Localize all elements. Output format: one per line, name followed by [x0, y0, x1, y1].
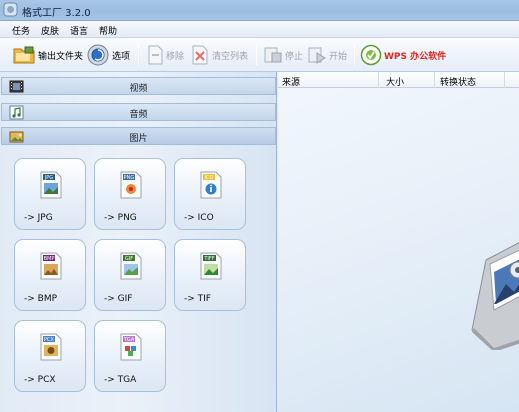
format-tile-gif[interactable]: GIF -> GIF	[94, 239, 166, 311]
menu-help[interactable]: 帮助	[99, 24, 117, 37]
column-divider[interactable]	[378, 72, 379, 88]
png-file-icon: PNG	[120, 171, 142, 199]
column-divider[interactable]	[504, 72, 505, 88]
start-label: 开始	[329, 51, 348, 62]
category-audio[interactable]: 音频	[1, 103, 276, 121]
format-label-pcx: -> PCX	[24, 375, 56, 385]
wps-logo-icon	[360, 44, 382, 66]
tga-badge-text: TGA	[123, 337, 135, 343]
pcx-badge-text: PCX	[44, 337, 55, 343]
format-label-ico: -> ICO	[184, 213, 214, 223]
menu-bar: 任务 皮肤 语言 帮助	[0, 21, 519, 38]
format-label-tif: -> TIF	[184, 294, 211, 304]
remove-label: 移除	[166, 51, 185, 62]
menu-language[interactable]: 语言	[70, 24, 88, 37]
toolbar: 输出文件夹 选项 移除 清空列表 停止 开始 WPS 办公软件	[0, 38, 519, 72]
clear-list-button[interactable]: 清空列表	[190, 42, 248, 68]
category-image[interactable]: 图片	[1, 127, 276, 145]
pcx-file-icon: PCX	[40, 333, 62, 361]
category-image-label: 图片	[129, 134, 148, 144]
tiff-file-icon: TIFF	[200, 252, 222, 280]
gif-file-icon: GIF	[120, 252, 142, 280]
remove-button[interactable]: 移除	[146, 42, 184, 68]
stop-icon	[264, 47, 282, 63]
app-icon	[3, 2, 18, 17]
clear-list-label: 清空列表	[212, 51, 249, 62]
toolbar-separator	[138, 45, 139, 65]
start-button[interactable]: 开始	[307, 42, 347, 68]
column-status[interactable]: 转换状态	[440, 75, 476, 88]
format-label-bmp: -> BMP	[24, 294, 58, 304]
output-folder-button[interactable]: 输出文件夹	[12, 42, 83, 68]
format-label-jpg: -> JPG	[24, 213, 53, 223]
output-folder-label: 输出文件夹	[38, 51, 84, 62]
clear-list-icon	[192, 45, 208, 65]
category-video-label: 视频	[129, 84, 148, 94]
format-tile-ico[interactable]: ICO -> ICO	[174, 158, 246, 230]
jpg-file-icon: JPG	[40, 171, 62, 199]
title-bar: 格式工厂 3.2.0	[0, 0, 519, 21]
format-tile-jpg[interactable]: JPG -> JPG	[14, 158, 86, 230]
remove-file-icon	[148, 45, 163, 65]
ico-badge-text: ICO	[205, 175, 214, 181]
category-panel: 视频 音频 图片 JPG -> JPG PNG -> PNG ICO -> IC…	[0, 72, 277, 412]
bmp-file-icon: BMP	[40, 252, 62, 280]
output-folder-icon	[13, 46, 35, 64]
format-label-tga: -> TGA	[104, 375, 137, 385]
jpg-badge-text: JPG	[44, 175, 53, 181]
category-video[interactable]: 视频	[1, 77, 276, 95]
stop-button[interactable]: 停止	[263, 42, 303, 68]
column-source[interactable]: 来源	[282, 75, 300, 88]
bmp-badge-text: BMP	[44, 256, 55, 262]
wps-office-button[interactable]: WPS 办公软件	[360, 42, 446, 68]
window-title: 格式工厂 3.2.0	[22, 8, 91, 19]
tga-file-icon: TGA	[120, 333, 142, 361]
menu-skin[interactable]: 皮肤	[41, 24, 59, 37]
task-list-header: 来源 大小 转换状态	[278, 72, 519, 88]
menu-task[interactable]: 任务	[12, 24, 30, 37]
format-label-gif: -> GIF	[104, 294, 133, 304]
task-list-panel: 来源 大小 转换状态	[278, 72, 519, 412]
options-gear-icon	[87, 44, 109, 66]
options-label: 选项	[112, 51, 131, 62]
stop-label: 停止	[285, 51, 304, 62]
column-size[interactable]: 大小	[386, 75, 404, 88]
format-tile-pcx[interactable]: PCX -> PCX	[14, 320, 86, 392]
format-tile-png[interactable]: PNG -> PNG	[94, 158, 166, 230]
tiff-badge-text: TIFF	[203, 256, 214, 262]
column-divider[interactable]	[434, 72, 435, 88]
gif-badge-text: GIF	[125, 256, 133, 262]
toolbar-separator	[256, 45, 257, 65]
start-icon	[308, 47, 326, 64]
options-button[interactable]: 选项	[86, 42, 130, 68]
ico-file-icon: ICO	[200, 171, 222, 199]
format-tile-tga[interactable]: TGA -> TGA	[94, 320, 166, 392]
png-badge-text: PNG	[124, 175, 135, 181]
category-audio-label: 音频	[129, 110, 148, 120]
format-tile-bmp[interactable]: BMP -> BMP	[14, 239, 86, 311]
format-factory-logo	[471, 242, 519, 350]
toolbar-separator	[354, 45, 355, 65]
wps-label: WPS 办公软件	[384, 51, 447, 62]
format-tile-tif[interactable]: TIFF -> TIF	[174, 239, 246, 311]
format-label-png: -> PNG	[104, 213, 137, 223]
